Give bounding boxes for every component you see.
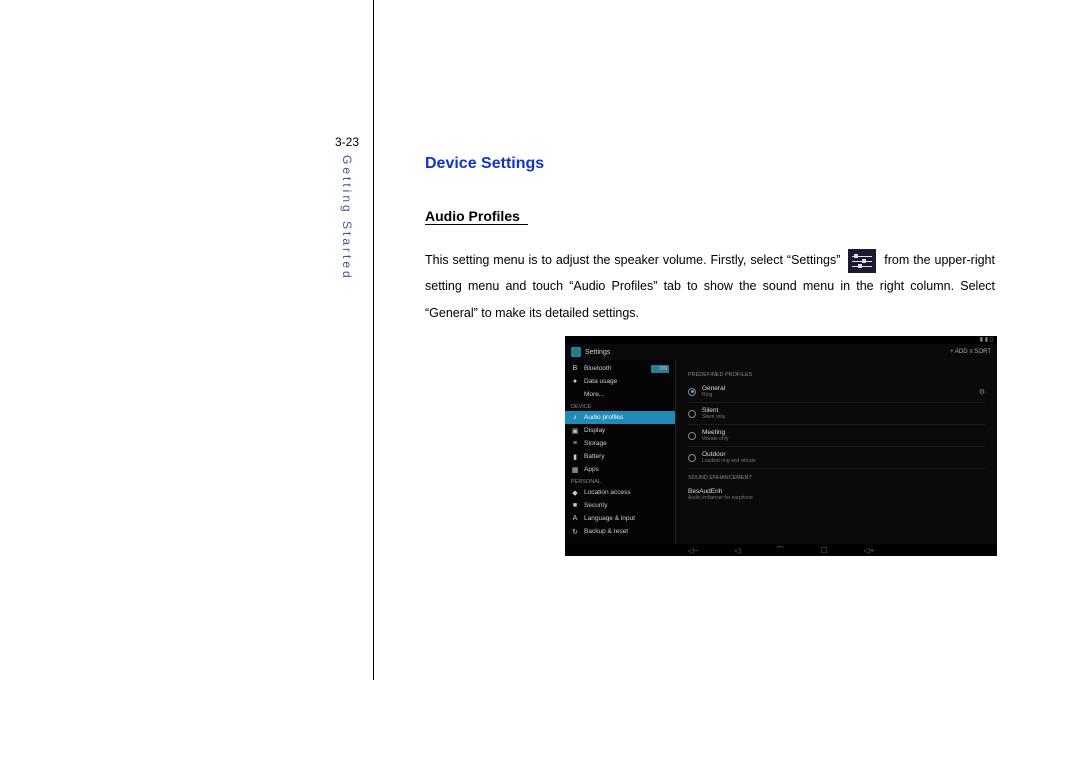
nav-recent-icon[interactable]: ☐ (820, 546, 827, 555)
settings-sidebar: B Bluetooth ON ● Data usage More... DEVI… (565, 360, 675, 544)
label: Bluetooth (584, 365, 611, 372)
sidebar-item-language[interactable]: A Language & input (565, 512, 675, 525)
heading-audio-profiles: Audio Profiles (425, 208, 528, 225)
label: Display (584, 427, 605, 434)
radio-icon[interactable] (688, 410, 696, 418)
sidebar-item-location[interactable]: ◆ Location access (565, 486, 675, 499)
title: Outdoor (702, 451, 985, 458)
title: Meeting (702, 429, 985, 436)
bluetooth-icon: B (571, 365, 579, 373)
sidebar-item-more[interactable]: More... (565, 388, 675, 401)
profile-meeting[interactable]: Meeting Vibrate only (688, 425, 985, 447)
sub: Loudest ring and vibrate (702, 458, 985, 464)
title: General (702, 385, 979, 392)
profile-silent[interactable]: Silent Silent only (688, 403, 985, 425)
label: Security (584, 502, 607, 509)
settings-title: Settings (585, 349, 610, 356)
header-actions: + ADD ≡ SORT (950, 349, 991, 355)
security-icon: ■ (571, 502, 579, 510)
label: Language & input (584, 515, 635, 522)
label: Storage (584, 440, 607, 447)
bluetooth-toggle[interactable]: ON (651, 365, 669, 373)
heading-device-settings: Device Settings (425, 155, 995, 173)
label: Location access (584, 489, 631, 496)
radio-icon[interactable] (688, 454, 696, 462)
enhance-besaudenh[interactable]: BesAudEnh Audio enhancer for earphone (688, 484, 985, 505)
profile-outdoor[interactable]: Outdoor Loudest ring and vibrate (688, 447, 985, 469)
display-icon: ▣ (571, 427, 579, 435)
storage-icon: ≡ (571, 440, 579, 448)
settings-sliders-icon (848, 249, 876, 273)
nav-home-icon[interactable]: ⌒ (776, 545, 784, 556)
sidebar-item-bluetooth[interactable]: B Bluetooth ON (565, 362, 675, 375)
location-icon: ◆ (571, 489, 579, 497)
para-text-1: This setting menu is to adjust the speak… (425, 253, 840, 267)
settings-header: Settings + ADD ≡ SORT (565, 344, 997, 360)
page-number: 3-23 (335, 135, 359, 149)
sidebar-item-audio-profiles[interactable]: ♪ Audio profiles (565, 411, 675, 424)
nav-bar: ◁− ◁ ⌒ ☐ ◁+ (565, 544, 997, 556)
section-enhancement: SOUND ENHANCEMENT (688, 475, 985, 481)
sidebar-item-display[interactable]: ▣ Display (565, 424, 675, 437)
backup-icon: ↻ (571, 528, 579, 536)
sidebar-item-apps[interactable]: ▦ Apps (565, 463, 675, 476)
data-icon: ● (571, 378, 579, 386)
status-bar: ▮ ▮ ▯ (565, 336, 997, 344)
sidebar-item-backup[interactable]: ↻ Backup & reset (565, 525, 675, 538)
section-device: DEVICE (565, 401, 675, 411)
sub: Audio enhancer for earphone (688, 495, 985, 501)
radio-checked-icon[interactable] (688, 388, 696, 396)
label: More... (584, 391, 604, 398)
sub: Silent only (702, 414, 985, 420)
status-icons: ▮ ▮ ▯ (980, 336, 993, 343)
label: Backup & reset (584, 528, 628, 535)
sub: Vibrate only (702, 436, 985, 442)
radio-icon[interactable] (688, 432, 696, 440)
nav-vol-down-icon[interactable]: ◁− (688, 546, 699, 555)
apps-icon: ▦ (571, 466, 579, 474)
section-predefined: PREDEFINED PROFILES (688, 372, 985, 378)
profile-general[interactable]: General Ring ⚙ (688, 381, 985, 403)
sidebar-item-security[interactable]: ■ Security (565, 499, 675, 512)
title: BesAudEnh (688, 488, 985, 495)
sub: Ring (702, 392, 979, 398)
battery-icon: ▮ (571, 453, 579, 461)
android-settings-screenshot: ▮ ▮ ▯ Settings + ADD ≡ SORT B Bluetooth … (565, 336, 997, 556)
nav-vol-up-icon[interactable]: ◁+ (864, 546, 875, 555)
label: Apps (584, 466, 599, 473)
body-paragraph: This setting menu is to adjust the speak… (425, 247, 995, 326)
sidebar-item-storage[interactable]: ≡ Storage (565, 437, 675, 450)
vertical-divider (373, 0, 374, 680)
label: Battery (584, 453, 605, 460)
audio-icon: ♪ (571, 414, 579, 422)
settings-app-icon (571, 347, 581, 357)
title: Silent (702, 407, 985, 414)
label: Audio profiles (584, 414, 623, 421)
sidebar-item-battery[interactable]: ▮ Battery (565, 450, 675, 463)
language-icon: A (571, 515, 579, 523)
gear-icon[interactable]: ⚙ (979, 388, 985, 396)
label: Data usage (584, 378, 617, 385)
section-personal: PERSONAL (565, 476, 675, 486)
sidebar-item-data-usage[interactable]: ● Data usage (565, 375, 675, 388)
nav-back-icon[interactable]: ◁ (734, 546, 740, 555)
settings-detail-pane: PREDEFINED PROFILES General Ring ⚙ Silen… (675, 360, 997, 544)
main-content: Device Settings Audio Profiles This sett… (425, 155, 995, 326)
sidebar-chapter-label: Getting Started (340, 155, 354, 281)
